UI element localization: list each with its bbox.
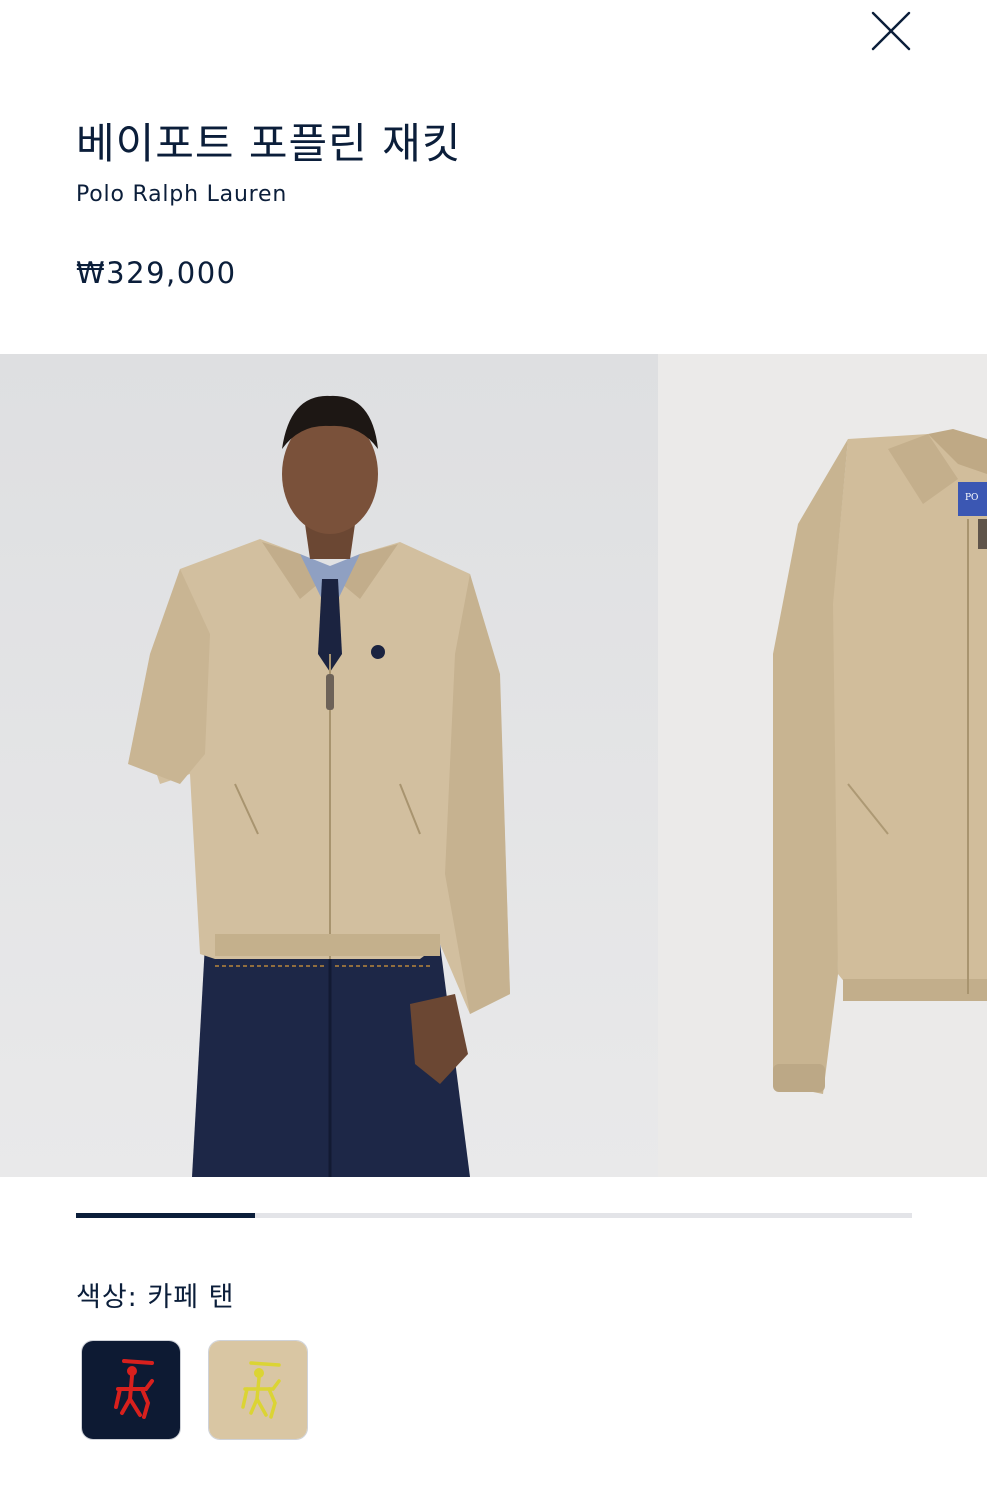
gallery-image-product[interactable]: PO (658, 354, 987, 1177)
gallery-image-model[interactable] (0, 354, 658, 1177)
tan-swatch-yellow-pony-logo (209, 1341, 307, 1439)
product-title: 베이포트 포플린 재킷 (76, 119, 462, 168)
navy-swatch-red-pony-logo (82, 1341, 180, 1439)
gallery-progress-indicator (76, 1213, 255, 1218)
product-image-gallery[interactable]: PO (0, 354, 987, 1177)
close-icon (871, 11, 911, 51)
product-brand: Polo Ralph Lauren (76, 182, 288, 207)
close-button[interactable] (866, 6, 916, 56)
color-swatch-tan[interactable] (208, 1340, 308, 1440)
jacket-flat-product-photo: PO (658, 354, 987, 1177)
product-price: ₩329,000 (76, 256, 237, 290)
svg-text:PO: PO (965, 493, 978, 503)
color-swatch-navy[interactable] (81, 1340, 181, 1440)
selected-color-label: 색상: 카페 탠 (76, 1282, 235, 1313)
model-wearing-jacket-photo (0, 354, 658, 1177)
gallery-progress-bar (76, 1213, 912, 1218)
